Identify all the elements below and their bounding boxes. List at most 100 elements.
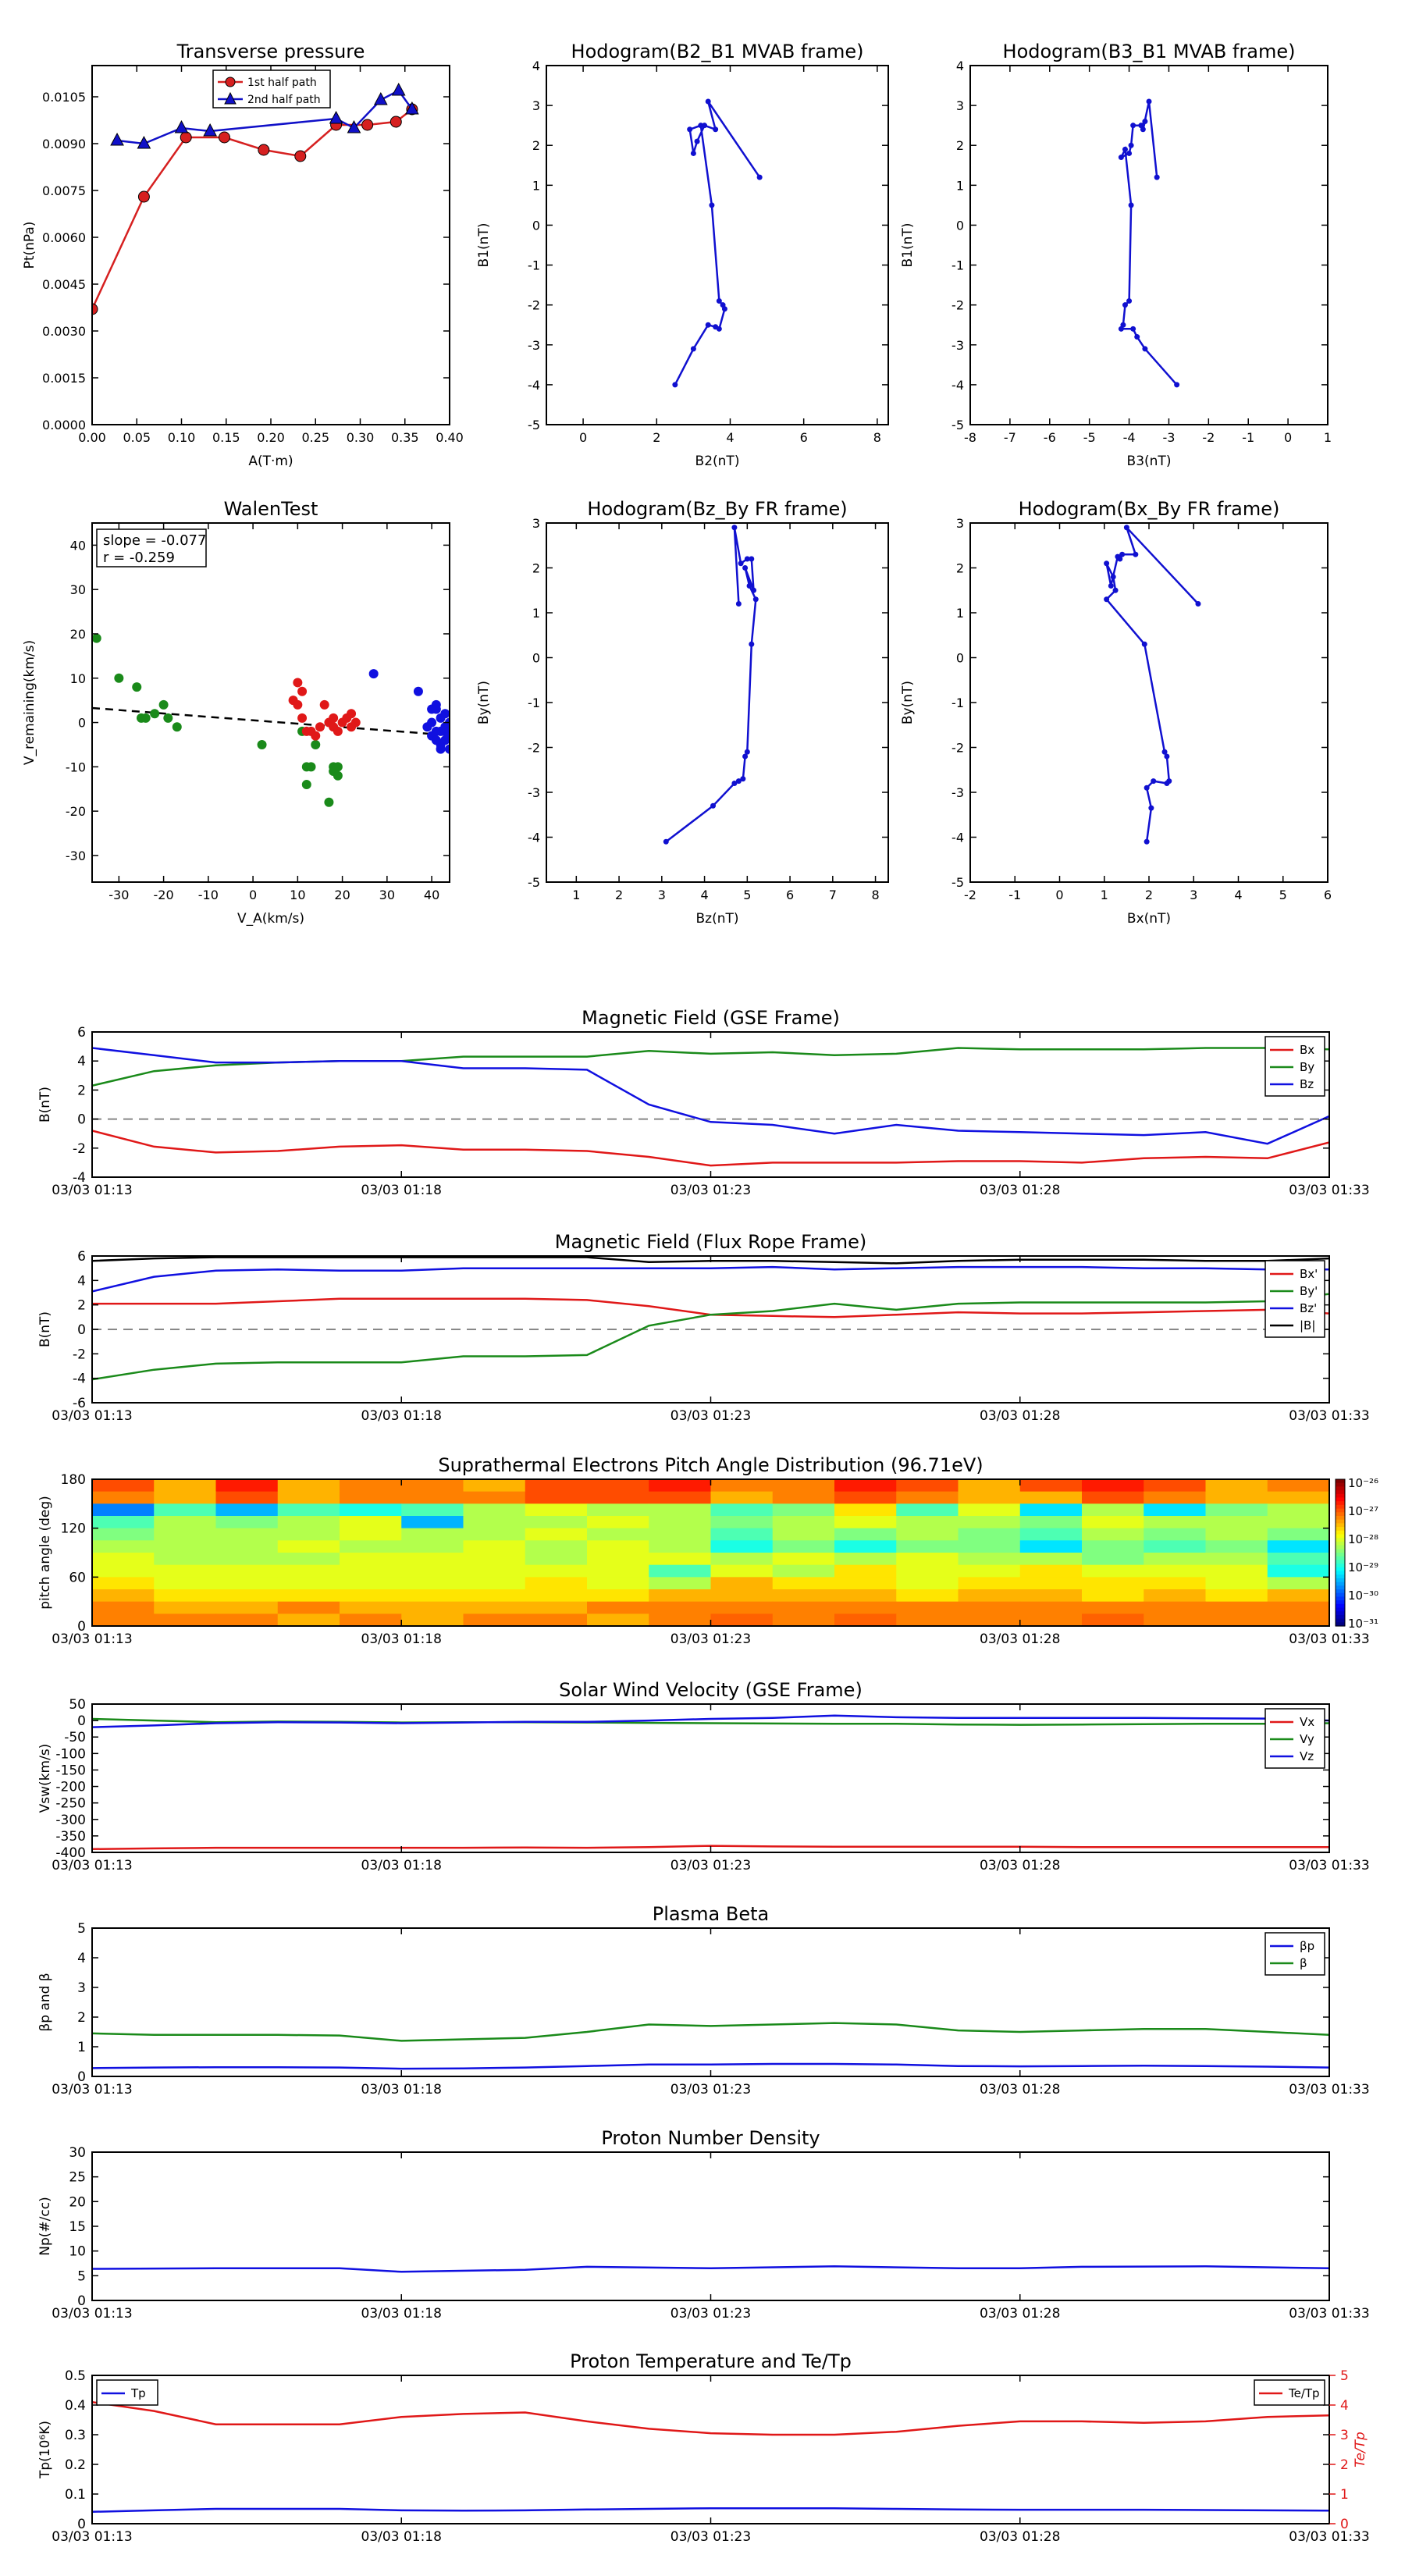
heatmap-cell xyxy=(525,1479,588,1493)
heatmap-cell xyxy=(92,1528,155,1541)
data-point xyxy=(731,525,738,531)
y-tick-label: -2 xyxy=(951,298,964,313)
heatmap-cell xyxy=(896,1577,959,1590)
heatmap-cell xyxy=(1019,1564,1083,1578)
data-point xyxy=(738,560,744,567)
heatmap-cell xyxy=(1144,1589,1207,1603)
legend-label: 1st half path xyxy=(247,76,317,89)
heatmap-cell xyxy=(401,1516,464,1529)
heatmap-cell xyxy=(587,1614,649,1627)
y-tick-label: 3 xyxy=(532,516,540,531)
x-tick-label: 5 xyxy=(743,888,751,902)
data-point xyxy=(735,601,742,607)
colorbar-segment xyxy=(1336,1556,1345,1560)
heatmap-cell xyxy=(834,1528,897,1541)
heatmap-cell xyxy=(896,1491,959,1504)
heatmap-cell xyxy=(1205,1553,1268,1566)
plot-frame xyxy=(91,522,450,883)
y-tick-label: -1 xyxy=(528,258,540,273)
y-tick-label: 4 xyxy=(77,1054,86,1069)
x-tick-label: 03/03 01:13 xyxy=(52,1408,132,1424)
legend-label: Tp xyxy=(130,2386,146,2400)
heatmap-cell xyxy=(1205,1564,1268,1578)
colorbar-segment xyxy=(1336,1553,1345,1557)
y-tick-label: 30 xyxy=(69,2145,86,2161)
x-axis-label: B3(nT) xyxy=(1127,454,1172,469)
x-tick-label: 0 xyxy=(1284,430,1292,445)
x-tick-label: 4 xyxy=(726,430,734,445)
colorbar-segment xyxy=(1336,1578,1345,1583)
heatmap-cell xyxy=(649,1553,712,1566)
series-line-0 xyxy=(1104,526,1199,842)
legend-marker xyxy=(225,76,236,87)
x-tick-label: 03/03 01:33 xyxy=(1289,1408,1369,1424)
heatmap-cell xyxy=(215,1589,279,1603)
y-tick-label-right: 2 xyxy=(1340,2457,1349,2473)
heatmap-cell xyxy=(772,1479,835,1493)
x-tick-label: 4 xyxy=(700,888,708,902)
data-point xyxy=(333,726,343,736)
data-point xyxy=(742,565,749,571)
heatmap-cell xyxy=(154,1553,217,1566)
y-tick-label: 0 xyxy=(77,1713,86,1729)
x-tick-label: 03/03 01:28 xyxy=(980,2082,1060,2097)
heatmap-cell xyxy=(958,1577,1021,1590)
x-tick-label: 03/03 01:23 xyxy=(670,1858,751,1873)
heatmap-cell xyxy=(463,1577,526,1590)
x-tick-label: 03/03 01:28 xyxy=(980,2529,1060,2545)
heatmap-cell xyxy=(896,1503,959,1517)
x-tick-label: 03/03 01:18 xyxy=(361,1408,442,1424)
y-tick-label: 2 xyxy=(956,138,964,153)
data-point xyxy=(1133,551,1139,557)
x-tick-label: 03/03 01:33 xyxy=(1289,2306,1369,2322)
data-point xyxy=(293,678,303,688)
x-tick-label: 03/03 01:28 xyxy=(980,1631,1060,1647)
y-tick-label: 0.5 xyxy=(65,2368,86,2384)
data-point xyxy=(1138,123,1144,129)
x-tick-label: 6 xyxy=(786,888,794,902)
heatmap-cell xyxy=(1205,1516,1268,1529)
data-point xyxy=(731,781,738,786)
y-tick-label: 4 xyxy=(77,1273,86,1289)
data-point xyxy=(694,138,700,144)
heatmap-cell xyxy=(340,1491,402,1504)
heatmap-cell xyxy=(1205,1503,1268,1517)
heatmap-cell xyxy=(1019,1479,1083,1493)
legend-label: Bx' xyxy=(1300,1267,1318,1281)
x-tick-label: 03/03 01:18 xyxy=(361,1858,442,1873)
heatmap-cell xyxy=(1019,1516,1083,1529)
heatmap-cell xyxy=(896,1589,959,1603)
heatmap-cell xyxy=(958,1516,1021,1529)
x-axis-label: A(T·m) xyxy=(248,454,293,469)
x-tick-label: 40 xyxy=(424,888,439,902)
heatmap-cell xyxy=(340,1479,402,1493)
y-tick-label: 1 xyxy=(532,606,540,621)
y-tick-label: -5 xyxy=(951,418,964,432)
x-tick-label: 0.20 xyxy=(257,430,285,445)
heatmap-cell xyxy=(834,1516,897,1529)
heatmap-cell xyxy=(154,1601,217,1614)
heatmap-cell xyxy=(92,1516,155,1529)
heatmap-cell xyxy=(896,1528,959,1541)
colorbar-segment xyxy=(1336,1519,1345,1524)
heatmap-cell xyxy=(896,1614,959,1627)
heatmap-cell xyxy=(834,1479,897,1493)
y-tick-label: 5 xyxy=(77,1921,86,1937)
heatmap-cell xyxy=(215,1528,279,1541)
x-tick-label: -2 xyxy=(1202,430,1215,445)
data-point xyxy=(329,713,339,723)
series-line-By' xyxy=(92,1293,1329,1381)
data-point xyxy=(110,132,124,146)
heatmap-cell xyxy=(649,1503,712,1517)
y-tick-label: 0 xyxy=(956,651,964,666)
colorbar-segment xyxy=(1336,1596,1345,1601)
heatmap-cell xyxy=(834,1540,897,1553)
plot-area xyxy=(92,1047,1329,1167)
heatmap-cell xyxy=(710,1479,774,1493)
y-tick-label: 40 xyxy=(70,538,86,553)
x-tick-label: 8 xyxy=(873,430,881,445)
plot-frame xyxy=(91,1703,1330,1853)
x-tick-label: 1 xyxy=(1324,430,1332,445)
y-tick-label: -4 xyxy=(528,378,540,393)
colorbar-segment xyxy=(1336,1549,1345,1553)
